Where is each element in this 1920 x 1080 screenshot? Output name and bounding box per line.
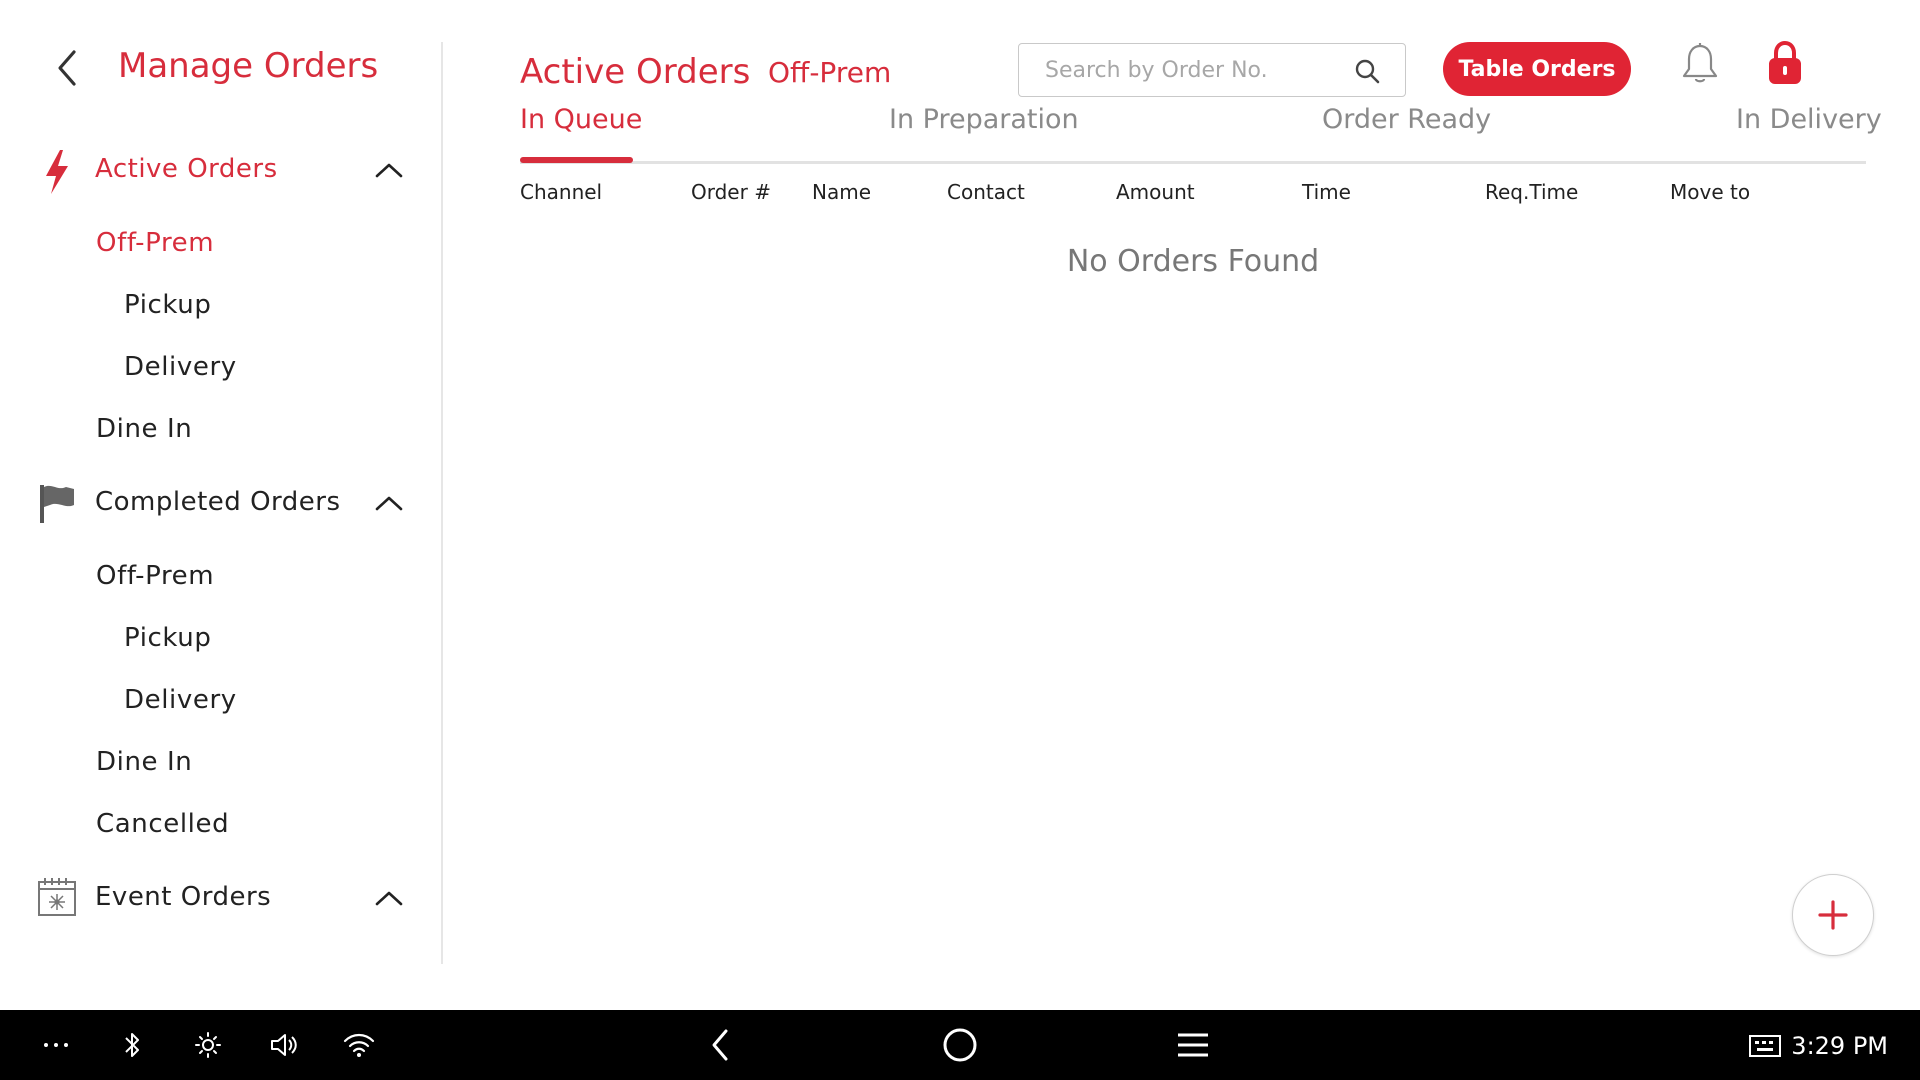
plus-icon <box>1818 900 1848 930</box>
chevron-up-icon[interactable] <box>372 158 406 182</box>
bluetooth-icon[interactable] <box>118 1027 146 1063</box>
sidebar-item-completed-dine-in[interactable]: Dine In <box>96 747 192 777</box>
calendar-icon <box>36 876 78 918</box>
sidebar: Manage Orders Active Orders Off-Prem Pic… <box>0 0 442 1010</box>
section-label: Active Orders <box>95 154 278 184</box>
sidebar-divider <box>441 42 443 964</box>
more-dots-icon[interactable] <box>42 1027 70 1063</box>
sidebar-item-active-dine-in[interactable]: Dine In <box>96 414 192 444</box>
wifi-icon[interactable] <box>342 1027 376 1063</box>
system-navigation-bar: 3:29 PM <box>0 1010 1920 1080</box>
sidebar-item-completed-delivery[interactable]: Delivery <box>124 685 237 715</box>
lightning-icon <box>36 148 78 194</box>
brightness-icon[interactable] <box>192 1027 224 1063</box>
volume-icon[interactable] <box>268 1027 300 1063</box>
sidebar-item-active-off-prem[interactable]: Off-Prem <box>96 228 214 258</box>
system-clock: 3:29 PM <box>1791 1032 1888 1060</box>
sidebar-section-active-orders[interactable]: Active Orders <box>0 142 442 198</box>
sidebar-item-active-pickup[interactable]: Pickup <box>124 290 211 320</box>
chevron-left-icon <box>58 50 76 86</box>
sidebar-item-completed-pickup[interactable]: Pickup <box>124 623 211 653</box>
back-button[interactable] <box>48 44 88 92</box>
orders-table-body: No Orders Found <box>520 0 1866 300</box>
chevron-up-icon[interactable] <box>372 886 406 910</box>
sidebar-title: Manage Orders <box>118 46 379 86</box>
sidebar-item-cancelled[interactable]: Cancelled <box>96 809 229 839</box>
sidebar-section-completed-orders[interactable]: Completed Orders <box>0 475 442 531</box>
add-order-button[interactable] <box>1792 874 1874 956</box>
nav-back-icon[interactable] <box>704 1027 736 1063</box>
sidebar-item-active-delivery[interactable]: Delivery <box>124 352 237 382</box>
section-label: Event Orders <box>95 882 272 912</box>
empty-state-message: No Orders Found <box>1066 244 1320 279</box>
sidebar-item-completed-off-prem[interactable]: Off-Prem <box>96 561 214 591</box>
nav-home-icon[interactable] <box>942 1027 978 1063</box>
app-window: Manage Orders Active Orders Off-Prem Pic… <box>0 0 1920 1010</box>
chevron-up-icon[interactable] <box>372 491 406 515</box>
keyboard-icon[interactable] <box>1748 1027 1782 1063</box>
flag-icon <box>36 481 78 523</box>
section-label: Completed Orders <box>95 487 341 517</box>
nav-menu-icon[interactable] <box>1176 1027 1210 1063</box>
sidebar-section-event-orders[interactable]: Event Orders <box>0 870 442 926</box>
